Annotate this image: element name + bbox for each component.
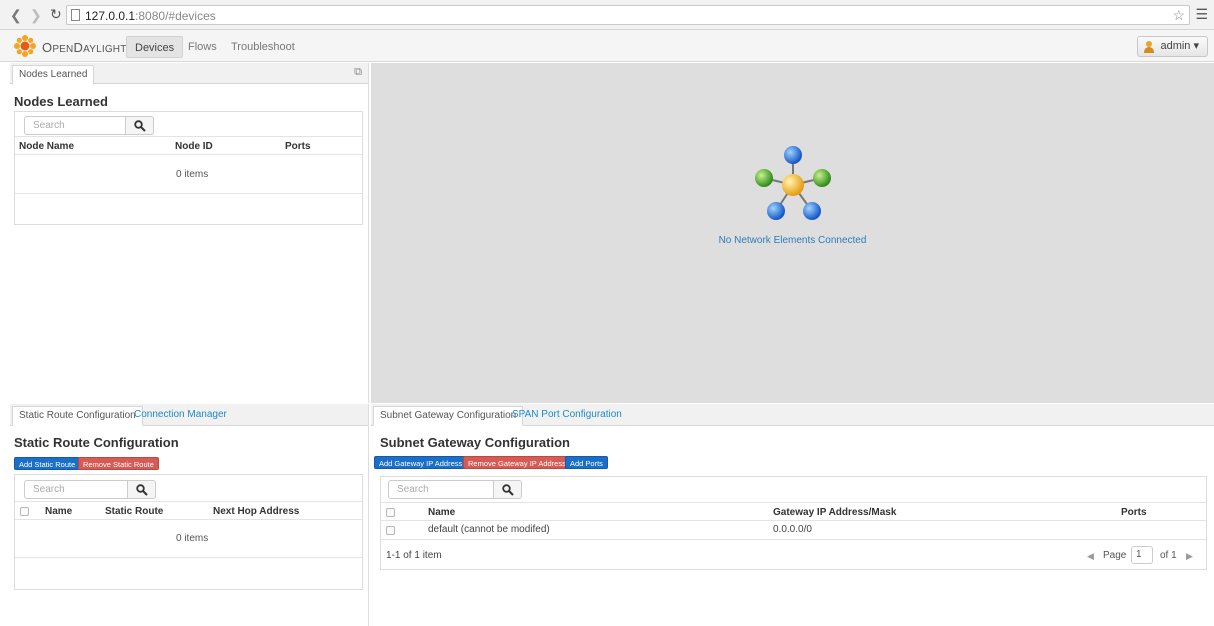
static-grid: Name Static Route Next Hop Address 0 ite… [14,474,363,590]
row-gateway: 0.0.0.0/0 [773,524,812,535]
tab-connection-manager[interactable]: Connection Manager [128,406,233,426]
tab-span-port-configuration[interactable]: SPAN Port Configuration [506,406,628,426]
nodes-grid: Node Name Node ID Ports 0 items [14,111,363,225]
prev-page-icon[interactable]: ◀ [1087,551,1094,562]
col-static-name[interactable]: Name [45,506,72,517]
col-static-route[interactable]: Static Route [105,506,163,517]
subnet-select-all-checkbox[interactable] [386,508,395,517]
user-icon [1144,41,1155,53]
brand-first-rest: PEN [52,44,74,55]
static-route-panel: Static Route Configuration Connection Ma… [10,404,369,626]
popout-icon[interactable]: ⧉ [354,66,362,79]
add-ports-button[interactable]: Add Ports [565,456,608,469]
row-name: default (cannot be modifed) [428,524,550,535]
nodes-title: Nodes Learned [14,94,108,109]
nodes-search-input[interactable] [24,116,126,135]
col-subnet-ports[interactable]: Ports [1121,507,1147,518]
browser-menu-icon[interactable]: ☰ [1195,6,1208,23]
no-elements-message: No Network Elements Connected [718,235,867,246]
forward-icon[interactable]: ❯ [30,7,42,24]
tab-static-route-configuration[interactable]: Static Route Configuration [12,406,143,426]
nav-tab-troubleshoot[interactable]: Troubleshoot [223,36,303,58]
add-static-route-button[interactable]: Add Static Route [14,457,81,470]
bookmark-star-icon[interactable]: ☆ [1172,7,1185,24]
user-menu-button[interactable]: admin ▾ [1137,36,1208,57]
url-host: 127.0.0.1 [85,9,136,23]
remove-gateway-ip-button[interactable]: Remove Gateway IP Address [463,456,571,469]
nodes-search-button[interactable] [126,116,154,135]
next-page-icon[interactable]: ▶ [1186,551,1193,562]
static-tabstrip: Static Route Configuration Connection Ma… [10,404,368,426]
reload-icon[interactable]: ↻ [50,6,62,23]
add-gateway-ip-button[interactable]: Add Gateway IP Address [374,456,468,469]
brand-first: O [42,40,53,55]
nodes-learned-panel: Nodes Learned ⧉ Nodes Learned Node Name … [10,63,369,403]
subnet-search-button[interactable] [494,480,522,499]
network-topology-icon [755,146,831,220]
col-node-name[interactable]: Node Name [19,141,74,152]
subnet-item-count: 1-1 of 1 item [386,550,442,561]
nav-tab-devices[interactable]: Devices [126,36,184,58]
pager-label: Page [1103,550,1127,561]
app-header: OPENDAYLIGHT Devices Flows Troubleshoot … [0,30,1214,62]
col-ports[interactable]: Ports [285,141,311,152]
nodes-tabstrip: Nodes Learned ⧉ [10,63,368,85]
static-search-button[interactable] [128,480,156,499]
nav-tab-flows[interactable]: Flows [180,36,225,58]
static-search-input[interactable] [24,480,128,499]
col-node-id[interactable]: Node ID [175,141,213,152]
address-bar[interactable]: 127.0.0.1:8080/#devices ☆ [66,5,1190,25]
nodes-empty-message: 0 items [176,169,209,180]
col-next-hop-address[interactable]: Next Hop Address [213,506,299,517]
topology-canvas[interactable]: No Network Elements Connected [371,63,1214,403]
search-icon [134,120,146,132]
brand-second: D [73,40,84,55]
row-checkbox[interactable] [386,526,395,535]
tab-nodes-learned[interactable]: Nodes Learned [12,65,95,85]
url-path: :8080/#devices [135,9,216,23]
static-empty-message: 0 items [176,533,209,544]
page-number-input[interactable]: 1 [1131,546,1153,564]
subnet-title: Subnet Gateway Configuration [380,435,570,450]
subnet-search-input[interactable] [388,480,494,499]
url-text: 127.0.0.1:8080/#devices [85,9,216,23]
static-select-all-checkbox[interactable] [20,507,29,516]
browser-toolbar: ❮ ❯ ↻ 127.0.0.1:8080/#devices ☆ ☰ [0,0,1214,30]
subnet-tabstrip: Subnet Gateway Configuration SPAN Port C… [371,404,1214,426]
search-icon [502,484,514,496]
subnet-grid: Name Gateway IP Address/Mask Ports defau… [380,476,1207,570]
brand-second-rest: AYLIGHT [83,44,127,55]
col-gateway-ip-mask[interactable]: Gateway IP Address/Mask [773,507,896,518]
subnet-gateway-panel: Subnet Gateway Configuration SPAN Port C… [371,404,1214,626]
back-icon[interactable]: ❮ [10,7,22,24]
tab-subnet-gateway-configuration[interactable]: Subnet Gateway Configuration [373,406,524,426]
search-icon [136,484,148,496]
user-name: admin [1160,40,1191,52]
col-subnet-name[interactable]: Name [428,507,455,518]
static-title: Static Route Configuration [14,435,179,450]
page-icon [71,9,80,21]
brand-name[interactable]: OPENDAYLIGHT [42,40,127,55]
opendaylight-logo-icon [14,35,36,57]
remove-static-route-button[interactable]: Remove Static Route [78,457,159,470]
pager-total: of 1 [1160,550,1177,561]
